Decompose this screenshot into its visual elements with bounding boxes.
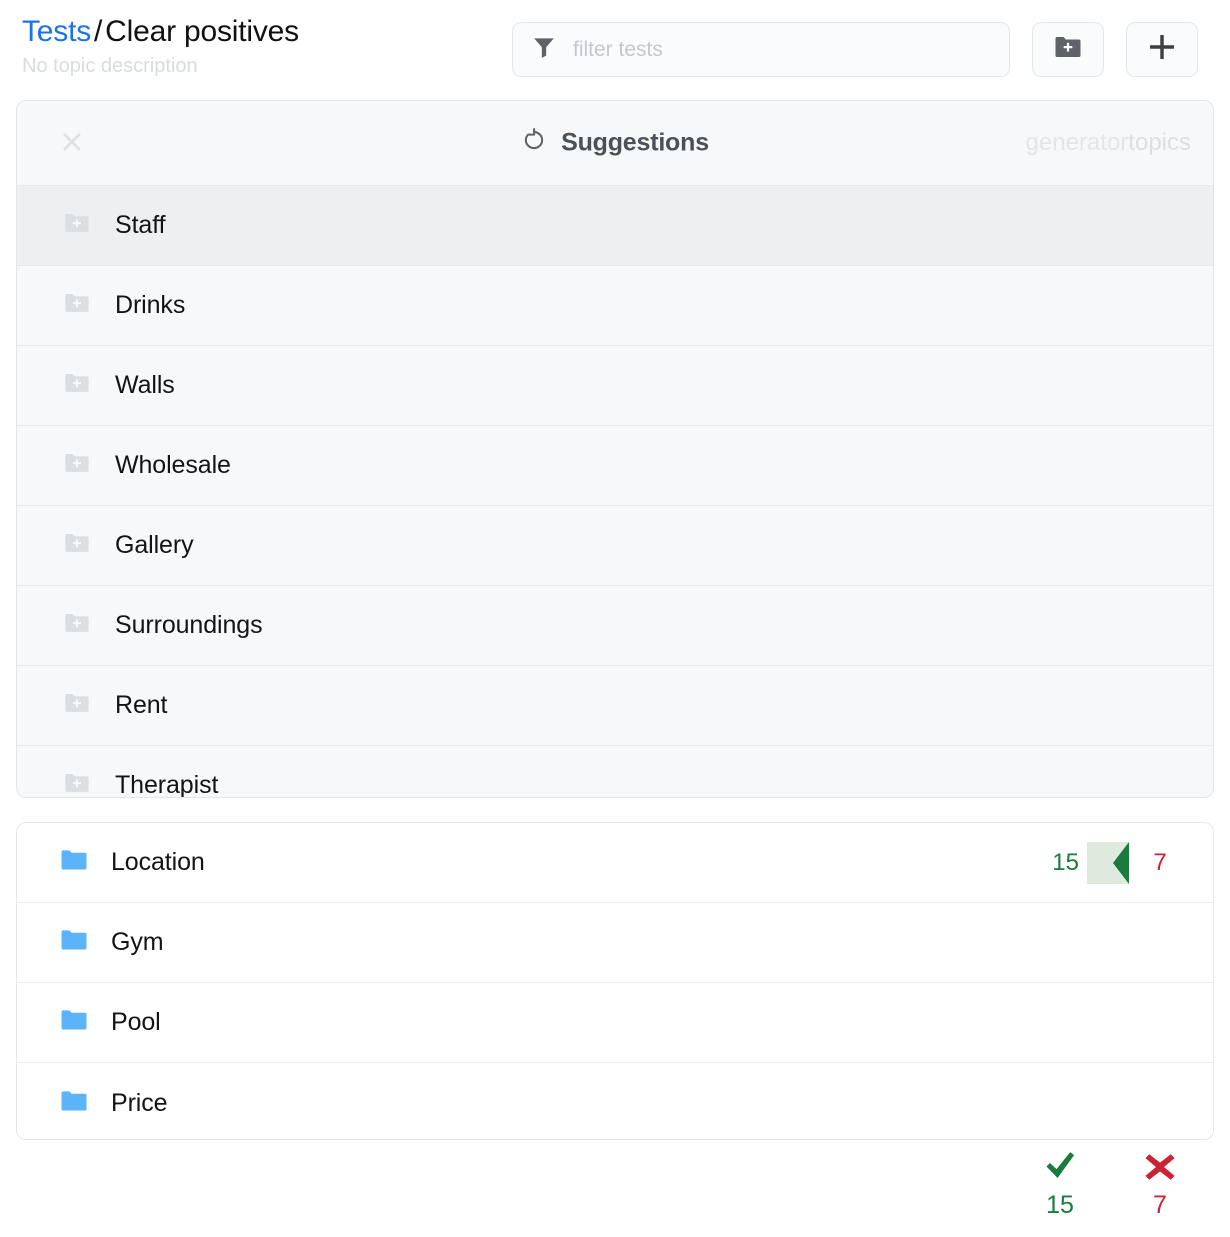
funnel-icon: [531, 34, 557, 65]
folder-plus-icon[interactable]: [63, 689, 91, 722]
folder-plus-icon[interactable]: [63, 769, 91, 797]
tag-topics[interactable]: topics: [1128, 129, 1191, 157]
footer-totals: 15 7: [0, 1152, 1214, 1219]
suggestion-label: Therapist: [115, 771, 219, 797]
title-block: Tests / Clear positives No topic descripti…: [0, 0, 299, 80]
folder-icon[interactable]: [59, 925, 89, 960]
suggestion-label: Rent: [115, 691, 168, 719]
topic-row[interactable]: Price: [17, 1063, 1213, 1139]
suggestion-label: Surroundings: [115, 611, 263, 639]
suggestion-row[interactable]: Wholesale: [17, 426, 1213, 506]
topic-label: Gym: [111, 928, 164, 956]
suggestions-title: Suggestions: [561, 128, 709, 157]
topic-row[interactable]: Pool: [17, 983, 1213, 1063]
add-test-button[interactable]: [1126, 22, 1198, 77]
folder-plus-icon[interactable]: [63, 369, 91, 402]
suggestion-row[interactable]: Staff: [17, 186, 1213, 266]
breadcrumb: Tests / Clear positives: [22, 13, 299, 51]
topic-fail-count: 7: [1153, 849, 1167, 876]
folder-plus-icon[interactable]: [63, 449, 91, 482]
topic-label: Location: [111, 848, 205, 876]
suggestion-row[interactable]: Gallery: [17, 506, 1213, 586]
suggestion-row[interactable]: Rent: [17, 666, 1213, 746]
filter-tests-box[interactable]: [512, 22, 1010, 77]
suggestion-label: Drinks: [115, 291, 186, 319]
score-wedge: [1113, 842, 1129, 884]
topic-row[interactable]: Location 15 7: [17, 823, 1213, 903]
topic-row[interactable]: Gym: [17, 903, 1213, 983]
tag-generator[interactable]: generator: [1026, 129, 1129, 157]
topic-score-bar: [1087, 842, 1129, 884]
suggestion-label: Staff: [115, 211, 166, 239]
topic-score-group: 15 7: [1035, 823, 1191, 903]
filter-tests-input[interactable]: [573, 23, 991, 76]
folder-plus-icon[interactable]: [63, 209, 91, 242]
folder-plus-icon[interactable]: [63, 289, 91, 322]
total-pass-count: 15: [1046, 1191, 1074, 1219]
folder-plus-icon[interactable]: [63, 609, 91, 642]
suggestion-row[interactable]: Drinks: [17, 266, 1213, 346]
topic-pass-count: 15: [1052, 849, 1079, 876]
topic-label: Pool: [111, 1008, 161, 1036]
suggestion-row[interactable]: Surroundings: [17, 586, 1213, 666]
check-icon: [1042, 1152, 1078, 1187]
folder-icon[interactable]: [59, 1086, 89, 1121]
breadcrumb-separator: /: [94, 15, 103, 48]
suggestions-panel: Suggestions generator topics Staff Drink…: [16, 100, 1214, 798]
new-folder-button[interactable]: [1032, 22, 1104, 77]
folder-icon[interactable]: [59, 1005, 89, 1040]
breadcrumb-current: Clear positives: [105, 15, 299, 48]
folder-plus-icon: [1053, 32, 1083, 67]
suggestion-row[interactable]: Walls: [17, 346, 1213, 426]
suggestion-label: Wholesale: [115, 451, 231, 479]
suggestion-label: Gallery: [115, 531, 194, 559]
folder-plus-icon[interactable]: [63, 529, 91, 562]
page-header: Tests / Clear positives No topic descripti…: [0, 0, 1230, 96]
suggestion-label: Walls: [115, 371, 175, 399]
suggestions-tags: generator topics: [1026, 129, 1191, 157]
suggestion-row[interactable]: Therapist: [17, 746, 1213, 797]
plus-icon: [1146, 31, 1178, 68]
suggestions-list[interactable]: Staff Drinks Walls Wholesale Gallery Sur…: [17, 186, 1213, 797]
breadcrumb-link-tests[interactable]: Tests: [22, 15, 91, 48]
total-fail-count: 7: [1153, 1191, 1167, 1219]
app-root: Tests / Clear positives No topic descripti…: [0, 0, 1230, 1237]
refresh-icon[interactable]: [521, 127, 547, 159]
close-icon[interactable]: [60, 130, 86, 156]
suggestions-header: Suggestions generator topics: [17, 101, 1213, 186]
cross-icon: [1144, 1152, 1176, 1187]
topic-label: Price: [111, 1088, 168, 1117]
topic-description[interactable]: No topic description: [22, 53, 299, 80]
header-tools: [512, 22, 1198, 77]
topics-panel: Location 15 7 Gym Pool Price: [16, 822, 1214, 1140]
total-pass[interactable]: 15: [1028, 1152, 1092, 1219]
folder-icon[interactable]: [59, 845, 89, 880]
total-fail[interactable]: 7: [1128, 1152, 1192, 1219]
